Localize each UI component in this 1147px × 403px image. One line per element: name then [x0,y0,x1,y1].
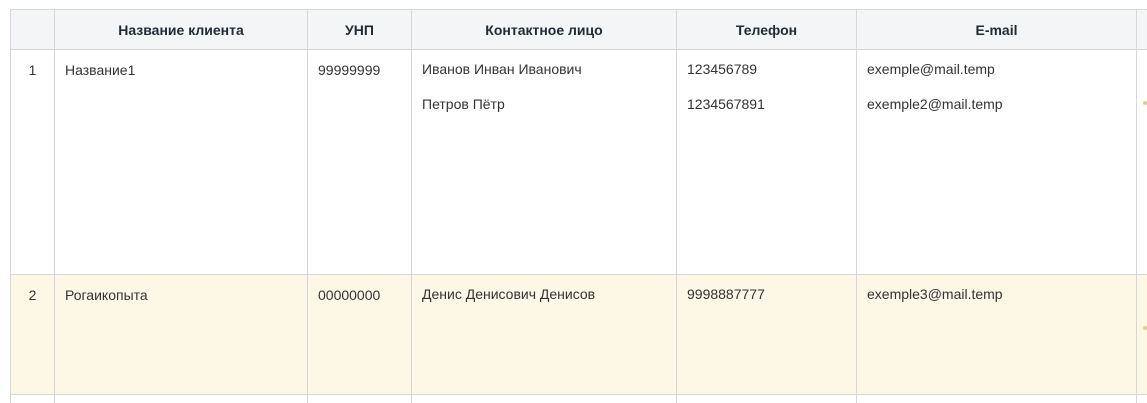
client-name-cell: Название1 [54,49,308,275]
column-header-phone[interactable]: Телефон [676,9,857,50]
phone-number: 1234567891 [687,96,765,112]
column-header-client-name[interactable]: Название клиента [54,9,308,50]
contact-person-cell: Денис Денисович Денисов [411,274,677,395]
column-header-email[interactable]: E-mail [856,9,1137,50]
table-header-row: Название клиента УНП Контактное лицо Тел… [10,9,1147,50]
phone-number: 9998887777 [687,286,765,302]
table-row[interactable]: 2 Рогаикопыта 00000000 Денис Денисович Д… [10,274,1147,395]
email-address: exemple@mail.temp [867,61,995,77]
unp-cell [307,394,412,403]
phone-number: 123456789 [687,61,758,77]
unp-cell: 00000000 [307,274,412,395]
contact-person-cell [411,394,677,403]
clients-table-view: Название клиента УНП Контактное лицо Тел… [0,0,1147,403]
phone-cell [676,394,857,403]
row-number [10,394,55,403]
client-name-cell [54,394,308,403]
row-number: 1 [10,49,55,275]
email-cell: exemple3@mail.temp [856,274,1137,395]
column-header-number [10,9,55,50]
column-header-contact-person[interactable]: Контактное лицо [411,9,677,50]
table-row[interactable]: 1 Название1 99999999 Иванов Инван Иванов… [10,49,1147,275]
unp-cell: 99999999 [307,49,412,275]
action-icon[interactable] [1143,101,1147,105]
contact-person: Денис Денисович Денисов [422,286,596,302]
clients-table: Название клиента УНП Контактное лицо Тел… [10,9,1147,403]
email-address: exemple2@mail.temp [867,96,1003,112]
email-cell: exemple@mail.temp exemple2@mail.temp [856,49,1137,275]
contact-person: Иванов Инван Иванович [422,61,582,77]
action-icon[interactable] [1143,326,1147,330]
row-number: 2 [10,274,55,395]
contact-person: Петров Пётр [422,96,505,112]
email-address: exemple3@mail.temp [867,286,1003,302]
actions-cell [1136,394,1147,403]
table-row[interactable] [10,394,1147,403]
actions-cell [1136,274,1147,395]
actions-cell [1136,49,1147,275]
phone-cell: 123456789 1234567891 [676,49,857,275]
client-name-cell: Рогаикопыта [54,274,308,395]
column-header-actions [1136,9,1147,50]
contact-person-cell: Иванов Инван Иванович Петров Пётр [411,49,677,275]
phone-cell: 9998887777 [676,274,857,395]
email-cell [856,394,1137,403]
column-header-unp[interactable]: УНП [307,9,412,50]
